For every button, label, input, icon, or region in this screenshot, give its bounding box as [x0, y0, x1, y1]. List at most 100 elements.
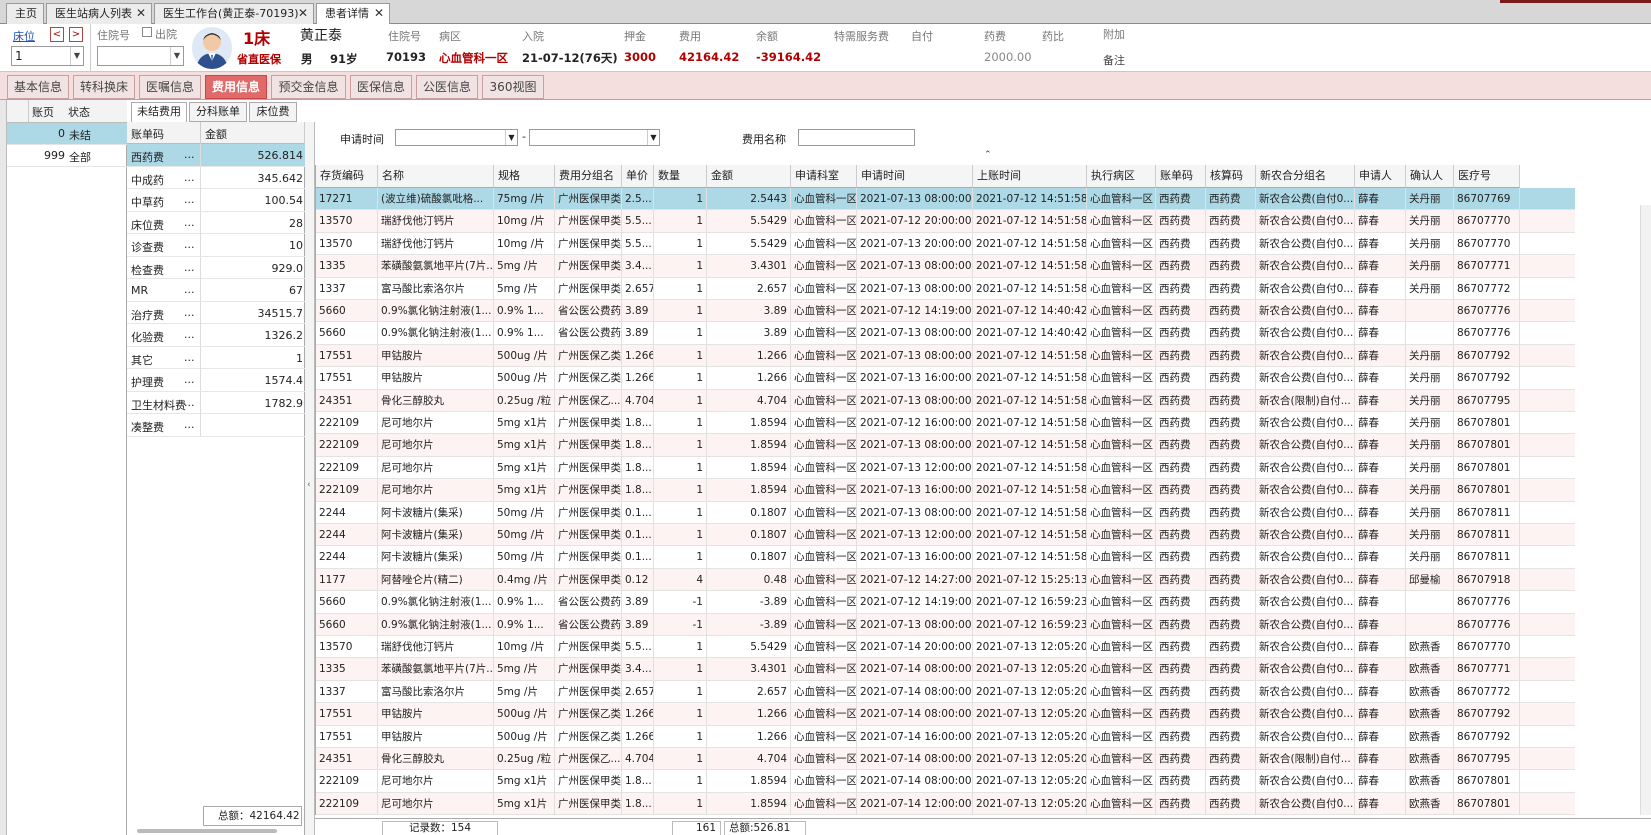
col-header-spec[interactable]: 规格 [494, 165, 555, 188]
table-row[interactable]: 222109 尼可地尔片 5mg x1片 广州医保甲类 1.8... 1 1.8594 心血管… [316, 456, 1575, 480]
col-header-medical-no[interactable]: 医疗号 [1454, 165, 1520, 188]
tab-360-view[interactable]: 360视图 [482, 75, 544, 99]
list-item[interactable]: 检查费... 929.0 [127, 256, 305, 279]
admission-no-select[interactable]: ▼ [97, 46, 184, 66]
collapse-strip[interactable] [0, 100, 7, 835]
col-header-stock-code[interactable]: 存货编码 [316, 165, 378, 188]
panel-splitter[interactable]: ‹ [305, 122, 315, 835]
tab-basic-info[interactable]: 基本信息 [7, 75, 69, 99]
list-item[interactable]: 其它... 1 [127, 346, 305, 369]
col-header-applicant[interactable]: 申请人 [1355, 165, 1406, 188]
col-header-bill-code[interactable]: 账单码 [1156, 165, 1206, 188]
apply-time-start[interactable]: ▼ [395, 129, 518, 146]
doc-tab-patient-detail[interactable]: 患者详情 ✕ [316, 3, 390, 25]
tab-orders[interactable]: 医嘱信息 [139, 75, 201, 99]
table-row[interactable]: 5660 0.9%氯化钠注射液(1... 0.9% 1... 省公医公费药 3.89 -1… [316, 591, 1575, 614]
table-row[interactable]: 13570 瑞舒伐他汀钙片 10mg /片 广州医保甲类 5.5... 1 5.5429 心血… [316, 210, 1575, 233]
table-row[interactable]: 222109 尼可地尔片 5mg x1片 广州医保甲类 1.8... 1 1.8594 心血管… [316, 434, 1575, 457]
list-item[interactable]: 诊查费... 10 [127, 234, 305, 257]
bed-select[interactable]: 1 ▼ [11, 46, 84, 66]
vertical-scrollbar[interactable] [1640, 205, 1651, 815]
chevron-left-icon[interactable]: ‹ [307, 480, 311, 490]
table-row[interactable]: 17551 甲钴胺片 500ug /片 广州医保乙类 1.266 1 1.266 心血管科一区… [316, 344, 1575, 368]
tab-fees[interactable]: 费用信息 [205, 75, 267, 99]
table-cell: 1 [654, 232, 707, 255]
list-item[interactable]: 床位费... 28 [127, 211, 305, 234]
table-row[interactable]: 17271 (波立维)硫酸氯吡格... 75mg /片 广州医保甲类 2.5... 1 2.… [316, 188, 1575, 211]
table-row[interactable]: 17551 甲钴胺片 500ug /片 广州医保乙类 1.266 1 1.266 心血管科一区… [316, 367, 1575, 390]
list-item[interactable]: 中草药... 100.54 [127, 189, 305, 212]
tab-insurance[interactable]: 医保信息 [350, 75, 412, 99]
table-row[interactable]: 24351 骨化三醇胶丸 0.25ug /粒 广州医保乙... 4.704 1 4.704 心… [316, 389, 1575, 412]
table-row[interactable]: 17551 甲钴胺片 500ug /片 广州医保乙类 1.266 1 1.266 心血管科一区… [316, 703, 1575, 726]
doc-tab-patient-list[interactable]: 医生站病人列表 ✕ [46, 3, 152, 24]
table-row[interactable]: 24351 骨化三醇胶丸 0.25ug /粒 广州医保乙... 4.704 1 4.704 心… [316, 748, 1575, 771]
col-header-ncms-group[interactable]: 新农合分组名 [1256, 165, 1355, 188]
list-item[interactable]: 999 全部 [7, 145, 127, 167]
table-row[interactable]: 1337 富马酸比索洛尔片 5mg /片 广州医保甲类 2.657 1 2.657 心血管科一… [316, 277, 1575, 300]
horizontal-scrollbar[interactable] [137, 829, 277, 833]
doc-tab-home[interactable]: 主页 [6, 3, 44, 24]
close-icon[interactable]: ✕ [136, 4, 146, 23]
table-row[interactable]: 222109 尼可地尔片 5mg x1片 广州医保甲类 1.8... 1 1.8594 心血管… [316, 412, 1575, 435]
tab-prepayment[interactable]: 预交金信息 [271, 75, 346, 99]
fee-name-input[interactable] [798, 129, 915, 146]
tab-bed-fee[interactable]: 床位费 [249, 102, 297, 122]
table-row[interactable]: 2244 阿卡波糖片(集采) 50mg /片 广州医保甲类 0.1... 1 0.1807 心… [316, 501, 1575, 524]
next-button[interactable]: > [69, 27, 83, 42]
list-item[interactable]: 治疗费... 34515.7 [127, 301, 305, 324]
bed-link[interactable]: 床位 [13, 28, 35, 44]
table-row[interactable]: 2244 阿卡波糖片(集采) 50mg /片 广州医保甲类 0.1... 1 0.1807 心… [316, 524, 1575, 547]
list-item[interactable]: 凑整费... [127, 414, 305, 437]
table-row[interactable]: 5660 0.9%氯化钠注射液(1... 0.9% 1... 省公医公费药 3.89 -1… [316, 613, 1575, 636]
list-item[interactable]: 化验费... 1326.2 [127, 324, 305, 347]
table-row[interactable]: 1177 阿替唑仑片(精二) 0.4mg /片 广州医保甲类 0.12 4 0.48 心血管科… [316, 568, 1575, 592]
list-item[interactable]: 西药费... 526.814 [127, 144, 305, 167]
col-header-account-code[interactable]: 核算码 [1206, 165, 1256, 188]
col-header-unit-price[interactable]: 单价 [622, 165, 654, 188]
table-row[interactable]: 1337 富马酸比索洛尔片 5mg /片 广州医保甲类 2.657 1 2.657 心血管科一… [316, 680, 1575, 704]
col-header-fee-group[interactable]: 费用分组名 [555, 165, 622, 188]
list-item[interactable]: MR... 67 [127, 279, 305, 302]
table-row[interactable]: 17551 甲钴胺片 500ug /片 广州医保乙类 1.266 1 1.266 心血管科一区… [316, 725, 1575, 748]
col-header-exec-ward[interactable]: 执行病区 [1087, 165, 1156, 188]
col-header-apply-time[interactable]: 申请时间 [857, 165, 973, 188]
col-header-quantity[interactable]: 数量 [654, 165, 707, 188]
table-row[interactable]: 13570 瑞舒伐他汀钙片 10mg /片 广州医保甲类 5.5... 1 5.5429 心血… [316, 636, 1575, 659]
list-item[interactable]: 0 未结 [7, 123, 127, 145]
table-row[interactable]: 1335 苯磺酸氨氯地平片(7片... 5mg /片 广州医保甲类 3.4... 1 3.4… [316, 255, 1575, 278]
table-row[interactable]: 222109 尼可地尔片 5mg x1片 广州医保甲类 1.8... 1 1.8594 心血管… [316, 479, 1575, 502]
list-item[interactable]: 中成药... 345.642 [127, 166, 305, 189]
table-row[interactable]: 5660 0.9%氯化钠注射液(1... 0.9% 1... 省公医公费药 3.89 1 3… [316, 322, 1575, 345]
prev-button[interactable]: < [50, 27, 64, 42]
close-icon[interactable]: ✕ [374, 4, 384, 23]
col-header-post-time[interactable]: 上账时间 [973, 165, 1087, 188]
apply-time-end[interactable]: ▼ [529, 129, 660, 146]
col-header-name[interactable]: 名称 [378, 165, 494, 188]
divider [200, 369, 201, 391]
ward-label: 病区 [439, 30, 461, 43]
table-cell: 86707771 [1454, 658, 1520, 681]
tab-transfer[interactable]: 转科换床 [73, 75, 135, 99]
table-row[interactable]: 13570 瑞舒伐他汀钙片 10mg /片 广州医保甲类 5.5... 1 5.5429 心血… [316, 232, 1575, 256]
col-header-amount[interactable]: 金额 [707, 165, 791, 188]
tab-department-bill[interactable]: 分科账单 [189, 102, 247, 122]
table-cell: 1.266 [622, 725, 654, 748]
col-header-confirmer[interactable]: 确认人 [1406, 165, 1454, 188]
close-icon[interactable]: ✕ [298, 4, 308, 23]
chevron-up-icon[interactable]: ⌃ [984, 150, 992, 160]
table-row[interactable]: 222109 尼可地尔片 5mg x1片 广州医保甲类 1.8... 1 1.8594 心血管… [316, 792, 1575, 816]
col-header-amount: 金额 [205, 128, 227, 141]
table-row[interactable]: 1335 苯磺酸氨氯地平片(7片... 5mg /片 广州医保甲类 3.4... 1 3.4… [316, 658, 1575, 681]
tab-public-medical[interactable]: 公医信息 [416, 75, 478, 99]
col-header-apply-dept[interactable]: 申请科室 [791, 165, 857, 188]
discharged-checkbox[interactable] [142, 27, 152, 37]
tab-unsettled-fees[interactable]: 未结费用 [131, 102, 187, 122]
table-row[interactable]: 5660 0.9%氯化钠注射液(1... 0.9% 1... 省公医公费药 3.89 1 3… [316, 300, 1575, 323]
list-item[interactable]: 护理费... 1574.4 [127, 369, 305, 392]
status-value: 未结 [69, 129, 91, 142]
doc-tab-workbench[interactable]: 医生工作台(黄正泰-70193) ✕ [154, 3, 314, 24]
table-row[interactable]: 222109 尼可地尔片 5mg x1片 广州医保甲类 1.8... 1 1.8594 心血管… [316, 770, 1575, 793]
table-row[interactable]: 2244 阿卡波糖片(集采) 50mg /片 广州医保甲类 0.1... 1 0.1807 心… [316, 546, 1575, 569]
list-item[interactable]: 卫生材料费... 1782.9 [127, 391, 305, 414]
